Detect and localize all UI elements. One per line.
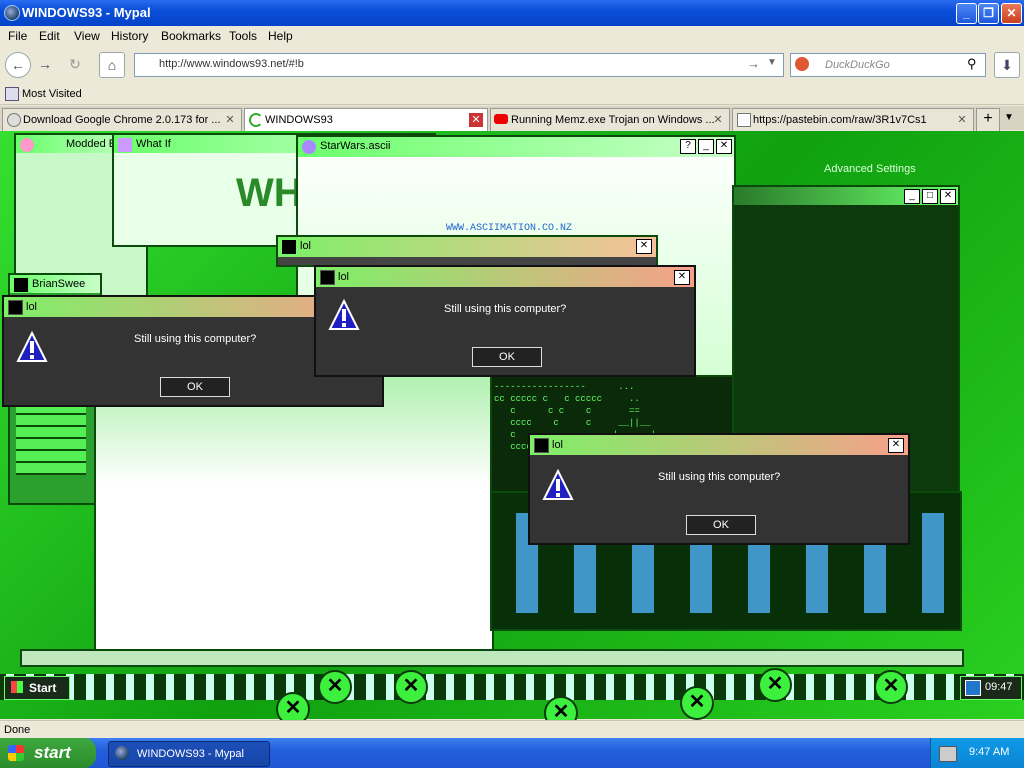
- window-title: WINDOWS93 - Mypal: [22, 5, 151, 20]
- close-tab-icon[interactable]: ✕: [223, 113, 237, 127]
- tab-windows93[interactable]: WINDOWS93 ✕: [244, 108, 488, 131]
- error-x-icon: ✕: [394, 670, 428, 704]
- w93-taskbar: [0, 674, 1024, 700]
- ascii-url: WWW.ASCIIMATION.CO.NZ: [446, 223, 573, 234]
- menu-view[interactable]: View: [74, 29, 100, 43]
- lol-dialog-2[interactable]: lol ✕ Still using this computer? OK: [314, 265, 696, 377]
- network-icon[interactable]: [939, 746, 957, 762]
- w93-start-button[interactable]: Start: [4, 676, 70, 700]
- close-icon[interactable]: ✕: [940, 189, 956, 204]
- maximize-icon[interactable]: □: [922, 189, 938, 204]
- search-box[interactable]: DuckDuckGo ⚲: [790, 53, 986, 77]
- minimize-icon[interactable]: _: [904, 189, 920, 204]
- tab-running-memz[interactable]: Running Memz.exe Trojan on Windows ... ✕: [490, 108, 730, 131]
- warning-icon: [542, 469, 574, 500]
- menu-bookmarks[interactable]: Bookmarks: [161, 29, 221, 43]
- taskbar-window-button[interactable]: WINDOWS93 - Mypal: [108, 741, 270, 767]
- menu-bar: File Edit View History Bookmarks Tools H…: [0, 26, 1024, 46]
- forward-button[interactable]: →: [33, 52, 57, 76]
- loading-icon: [249, 113, 263, 127]
- search-icon[interactable]: ⚲: [967, 56, 977, 72]
- lol-dialog-3[interactable]: lol ✕ Still using this computer? OK: [528, 433, 910, 545]
- browser-title-bar: WINDOWS93 - Mypal _ ❐ ✕: [0, 0, 1024, 26]
- browser-icon: [115, 746, 129, 760]
- url-text: http://www.windows93.net/#!b: [159, 58, 304, 70]
- help-icon[interactable]: ?: [680, 139, 696, 154]
- windows93-desktop: Modded E BrianSwee What If WH StarWars.a…: [0, 131, 1024, 719]
- blank-window[interactable]: [94, 371, 494, 653]
- download-button[interactable]: ⬇: [994, 52, 1020, 78]
- dialog-message: Still using this computer?: [134, 333, 257, 345]
- bookmark-folder-icon: [5, 87, 19, 101]
- dialog-message: Still using this computer?: [444, 303, 567, 315]
- error-x-icon: ✕: [680, 686, 714, 720]
- horizontal-scrollbar[interactable]: [20, 649, 964, 667]
- close-button[interactable]: ✕: [1001, 3, 1022, 24]
- tab-download-chrome[interactable]: Download Google Chrome 2.0.173 for ... ✕: [2, 108, 242, 131]
- system-tray: 9:47 AM: [930, 738, 1024, 768]
- rss-icon: [965, 680, 981, 696]
- ok-button[interactable]: OK: [472, 347, 542, 367]
- close-tab-icon[interactable]: ✕: [711, 113, 725, 127]
- xp-start-button[interactable]: start: [0, 738, 96, 768]
- bookmarks-bar: Most Visited: [0, 84, 1024, 105]
- page-icon: [737, 113, 751, 127]
- home-icon: ⌂: [107, 57, 117, 73]
- maximize-button[interactable]: ❐: [978, 3, 999, 24]
- menu-edit[interactable]: Edit: [39, 29, 60, 43]
- lol-dialog-behind[interactable]: lol ✕: [276, 235, 658, 267]
- windows-logo-icon: [8, 745, 24, 761]
- minimize-icon[interactable]: _: [698, 139, 714, 154]
- close-tab-icon[interactable]: ✕: [955, 113, 969, 127]
- error-x-icon: ✕: [758, 668, 792, 702]
- tab-strip: Download Google Chrome 2.0.173 for ... ✕…: [0, 106, 1024, 131]
- close-icon[interactable]: ✕: [636, 239, 652, 254]
- home-button[interactable]: ⌂: [99, 52, 125, 78]
- ok-button[interactable]: OK: [160, 377, 230, 397]
- grid-graphic: [16, 405, 86, 475]
- new-tab-button[interactable]: +: [976, 108, 1000, 131]
- reload-icon: ↻: [69, 56, 81, 72]
- browser-icon: [4, 5, 20, 21]
- navigation-bar: ← → ↻ ⌂ http://www.windows93.net/#!b → ▼…: [0, 46, 1024, 82]
- go-arrow-icon[interactable]: →: [747, 56, 760, 71]
- ok-button[interactable]: OK: [686, 515, 756, 535]
- chevron-down-icon[interactable]: ▼: [767, 57, 777, 68]
- close-icon[interactable]: ✕: [716, 139, 732, 154]
- error-x-icon: ✕: [318, 670, 352, 704]
- page-icon: [7, 113, 21, 127]
- status-text: Done: [4, 724, 31, 736]
- reload-button[interactable]: ↻: [63, 52, 87, 76]
- back-arrow-icon: ←: [11, 57, 25, 73]
- close-tab-icon[interactable]: ✕: [469, 113, 483, 127]
- menu-history[interactable]: History: [111, 29, 148, 43]
- search-placeholder: DuckDuckGo: [825, 59, 890, 71]
- whatif-heading: WH: [236, 171, 303, 215]
- w93-clock: 09:47: [960, 676, 1022, 700]
- menu-tools[interactable]: Tools: [229, 29, 257, 43]
- menu-file[interactable]: File: [8, 29, 27, 43]
- close-icon[interactable]: ✕: [888, 438, 904, 453]
- status-bar: Done: [0, 720, 1024, 739]
- menu-help[interactable]: Help: [268, 29, 293, 43]
- close-icon[interactable]: ✕: [674, 270, 690, 285]
- warning-icon: [328, 299, 360, 330]
- duckduckgo-icon: [795, 57, 809, 71]
- warning-icon: [16, 331, 48, 362]
- tab-pastebin[interactable]: https://pastebin.com/raw/3R1v7Cs1 ✕: [732, 108, 974, 131]
- list-tabs-icon[interactable]: ▼: [1004, 112, 1014, 123]
- forward-arrow-icon: →: [38, 56, 52, 72]
- youtube-icon: [494, 114, 508, 124]
- tray-clock: 9:47 AM: [969, 746, 1010, 758]
- advanced-settings-label: Advanced Settings: [824, 163, 916, 175]
- url-bar[interactable]: http://www.windows93.net/#!b → ▼: [134, 53, 784, 77]
- w93-logo-icon: [11, 681, 23, 693]
- bookmark-most-visited[interactable]: Most Visited: [22, 88, 82, 100]
- minimize-button[interactable]: _: [956, 3, 977, 24]
- download-arrow-icon: ⬇: [1001, 57, 1013, 73]
- back-button[interactable]: ←: [5, 52, 31, 78]
- dialog-message: Still using this computer?: [658, 471, 781, 483]
- error-x-icon: ✕: [874, 670, 908, 704]
